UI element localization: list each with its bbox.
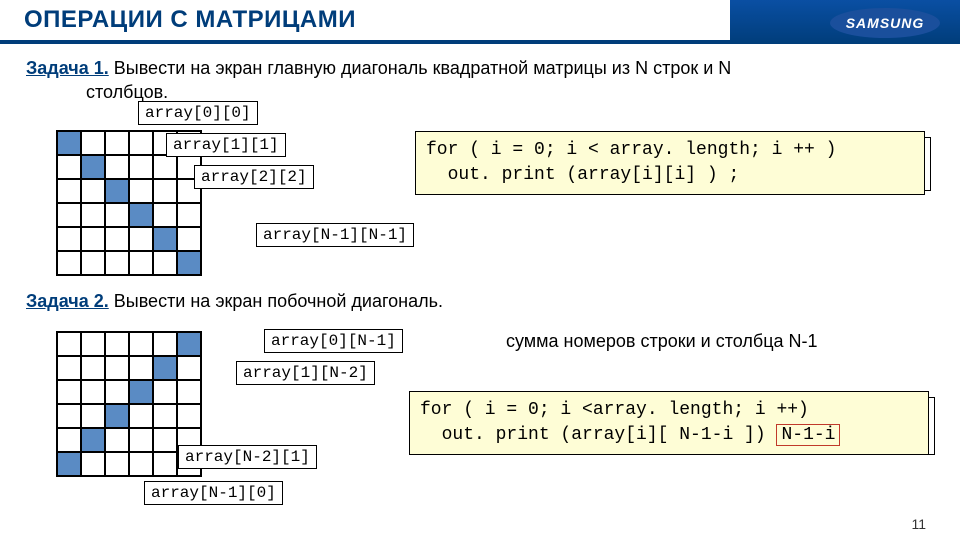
task1-label: Задача 1. — [26, 58, 109, 78]
brand-text: SAMSUNG — [830, 8, 940, 38]
label-a0n1: array[0][N-1] — [264, 329, 403, 353]
code2-l1: for ( i = 0; i <array. length; i ++) — [420, 400, 809, 420]
task2-body: Вывести на экран побочной диагональ. — [109, 291, 443, 311]
label-an10: array[N-1][0] — [144, 481, 283, 505]
code2-box: for ( i = 0; i <array. length; i ++) out… — [409, 391, 929, 455]
brand-logo: SAMSUNG — [830, 8, 940, 38]
code2-l2p1: out. print (array[i][ N-1-i ]) — [420, 425, 776, 445]
task1-diagram: array[0][0] array[1][1] array[2][2] arra… — [26, 115, 934, 283]
code1-box: for ( i = 0; i < array. length; i ++ ) o… — [415, 131, 925, 195]
header-bar: ОПЕРАЦИИ С МАТРИЦАМИ SAMSUNG — [0, 0, 960, 44]
label-a00: array[0][0] — [138, 101, 258, 125]
label-a11: array[1][1] — [166, 133, 286, 157]
label-a1n2: array[1][N-2] — [236, 361, 375, 385]
page-title: ОПЕРАЦИИ С МАТРИЦАМИ — [24, 6, 356, 34]
task2-label: Задача 2. — [26, 291, 109, 311]
task2-info: сумма номеров строки и столбца N-1 — [506, 331, 818, 352]
task1-text: Задача 1. Вывести на экран главную диаго… — [26, 56, 934, 105]
label-aNN: array[N-1][N-1] — [256, 223, 414, 247]
code1-l1: for ( i = 0; i < array. length; i ++ ) — [426, 140, 836, 160]
task2-diagram: array[0][N-1] array[1][N-2] array[N-2][1… — [26, 323, 934, 513]
task1-line1: Вывести на экран главную диагональ квадр… — [109, 58, 732, 78]
content-area: Задача 1. Вывести на экран главную диаго… — [0, 44, 960, 513]
label-a22: array[2][2] — [194, 165, 314, 189]
page-number: 11 — [911, 516, 926, 532]
task2-text: Задача 2. Вывести на экран побочной диаг… — [26, 289, 934, 313]
code1-l2: out. print (array[i][i] ) ; — [426, 165, 739, 185]
label-an21: array[N-2][1] — [178, 445, 317, 469]
code2-highlight: N-1-i — [776, 424, 840, 446]
